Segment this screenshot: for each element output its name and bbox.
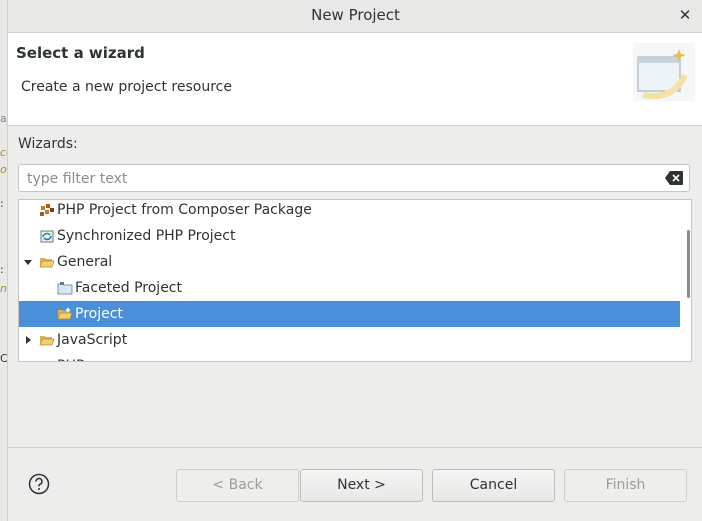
chevron-right-icon[interactable] [22,327,34,353]
sync-project-icon [40,230,54,243]
project-folder-icon [57,307,73,320]
header-title: Select a wizard [16,44,145,62]
wizard-header: Select a wizard Create a new project res… [8,33,702,126]
help-icon[interactable] [28,473,50,495]
cancel-button[interactable]: Cancel [432,469,555,502]
tree-item-synchronized-php[interactable]: Synchronized PHP Project [19,223,680,249]
title-bar[interactable]: New Project ✕ [8,0,702,33]
tree-item-php[interactable]: PHP [19,353,680,362]
tree-item-general[interactable]: General [19,249,680,275]
header-description: Create a new project resource [21,79,232,95]
tree-item-php-composer[interactable]: PHP Project from Composer Package [19,200,680,223]
wizard-tree[interactable]: PHP Project from Composer Package Synchr… [18,199,692,362]
button-bar-separator [8,447,702,448]
chevron-right-icon[interactable] [22,353,34,362]
next-button[interactable]: Next > [300,469,423,502]
folder-open-icon [39,258,55,268]
folder-icon [39,336,55,346]
tree-scrollbar[interactable] [687,230,690,298]
tree-item-label: Faceted Project [75,280,182,296]
filter-input[interactable] [25,168,659,190]
close-icon[interactable]: ✕ [673,3,697,27]
tree-item-label: Project [75,306,123,322]
faceted-project-icon [57,282,73,295]
tree-item-label: JavaScript [57,332,128,348]
tree-item-project[interactable]: Project [19,301,680,327]
dialog-title: New Project [311,6,400,24]
tree-item-javascript[interactable]: JavaScript [19,327,680,353]
tree-item-label: Synchronized PHP Project [57,228,236,244]
tree-item-label: PHP Project from Composer Package [57,202,312,218]
new-project-dialog: New Project ✕ Select a wizard Create a n… [7,0,702,521]
filter-field[interactable] [18,164,690,192]
tree-item-label: General [57,254,113,270]
chevron-down-icon[interactable] [22,249,34,275]
back-button[interactable]: < Back [176,469,299,502]
finish-button[interactable]: Finish [564,469,687,502]
clear-text-icon[interactable] [665,171,683,185]
folder-icon [39,358,55,362]
tree-item-label: PHP [57,353,84,361]
composer-icon [40,204,54,216]
tree-item-faceted-project[interactable]: Faceted Project [19,275,680,301]
wizards-label: Wizards: [18,136,78,152]
new-project-wizard-icon [633,43,695,101]
